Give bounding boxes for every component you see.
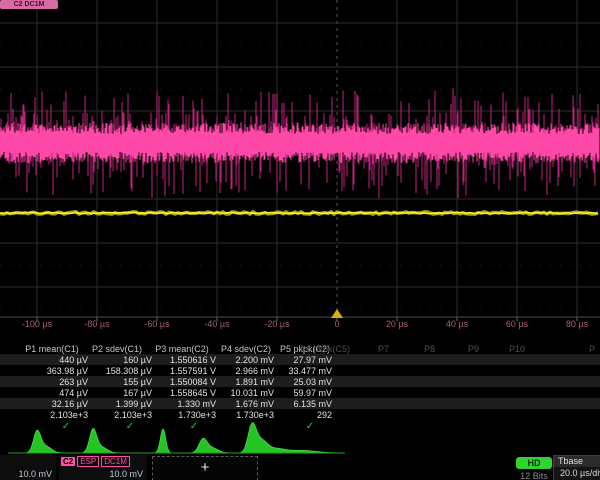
status-check-icon: ✓ [190, 421, 198, 432]
c2-scale-value: 10.0 mV [59, 468, 147, 479]
time-axis-tick: 40 µs [446, 319, 468, 329]
measure-value: 6.135 mV [254, 399, 332, 409]
measure-header-dim[interactable]: P6 pkpk(C5) [300, 344, 350, 354]
measure-value: 59.97 mV [254, 388, 332, 398]
time-axis-tick: 0 [334, 319, 339, 329]
c2-coupling-tag: DC1M [101, 456, 130, 467]
channel-c2-descriptor[interactable]: C2 ESP DC1M 10.0 mV [59, 455, 147, 480]
measure-header-dim[interactable]: P8 [424, 344, 435, 354]
status-check-icon: ✓ [306, 421, 314, 432]
measure-header-dim[interactable]: P7 [378, 344, 389, 354]
trigger-position-icon[interactable] [331, 309, 343, 318]
measure-value: 33.477 mV [254, 366, 332, 376]
time-axis-tick: 60 µs [506, 319, 528, 329]
c1-scale-value: 10.0 mV [0, 468, 56, 479]
traces [0, 88, 599, 214]
measure-header-p1[interactable]: P1 mean(C1) [25, 344, 79, 354]
time-axis-tick: -40 µs [204, 319, 229, 329]
timebase-value: 20.0 µs/div [554, 467, 600, 478]
trace-label-badge[interactable]: C2 DC1M [0, 0, 58, 9]
c2-esp-tag: ESP [77, 456, 99, 467]
time-axis-tick: -80 µs [84, 319, 109, 329]
measure-header-dim[interactable]: P [589, 344, 595, 354]
hd-bits-label: 12 Bits [516, 471, 552, 480]
c2-label: C2 [61, 457, 75, 466]
measurement-histicons [8, 423, 345, 453]
time-axis-tick: 80 µs [566, 319, 588, 329]
timebase-descriptor[interactable]: Tbase 20.0 µs/div [553, 455, 600, 480]
time-axis-tick: -100 µs [22, 319, 52, 329]
add-trace-icon: + [201, 459, 210, 476]
channel-c1-descriptor[interactable]: C1 DC1M 10.0 mV [0, 455, 56, 480]
measure-header-p3[interactable]: P3 mean(C2) [155, 344, 209, 354]
measure-header-dim[interactable]: P9 [468, 344, 479, 354]
time-axis-tick: -20 µs [264, 319, 289, 329]
status-check-icon: ✓ [126, 421, 134, 432]
measure-value: 25.03 mV [254, 377, 332, 387]
status-check-icon: ✓ [62, 421, 70, 432]
oscilloscope-screen: C2 DC1M -100 µs -80 µs -60 µs -40 µs -20 µs 0… [0, 0, 600, 480]
measure-header-dim[interactable]: P10 [509, 344, 525, 354]
add-trace-button[interactable]: + [152, 456, 258, 480]
measure-value: 292 [254, 410, 332, 420]
measure-header-p4[interactable]: P4 sdev(C2) [221, 344, 271, 354]
time-axis-tick: -60 µs [144, 319, 169, 329]
measure-value: 27.97 mV [254, 355, 332, 365]
time-axis-tick: 20 µs [386, 319, 408, 329]
timebase-title: Tbase [554, 456, 600, 467]
hd-mode-badge: HD [516, 457, 552, 469]
measure-header-p2[interactable]: P2 sdev(C1) [92, 344, 142, 354]
status-check-icon: ✓ [248, 421, 256, 432]
